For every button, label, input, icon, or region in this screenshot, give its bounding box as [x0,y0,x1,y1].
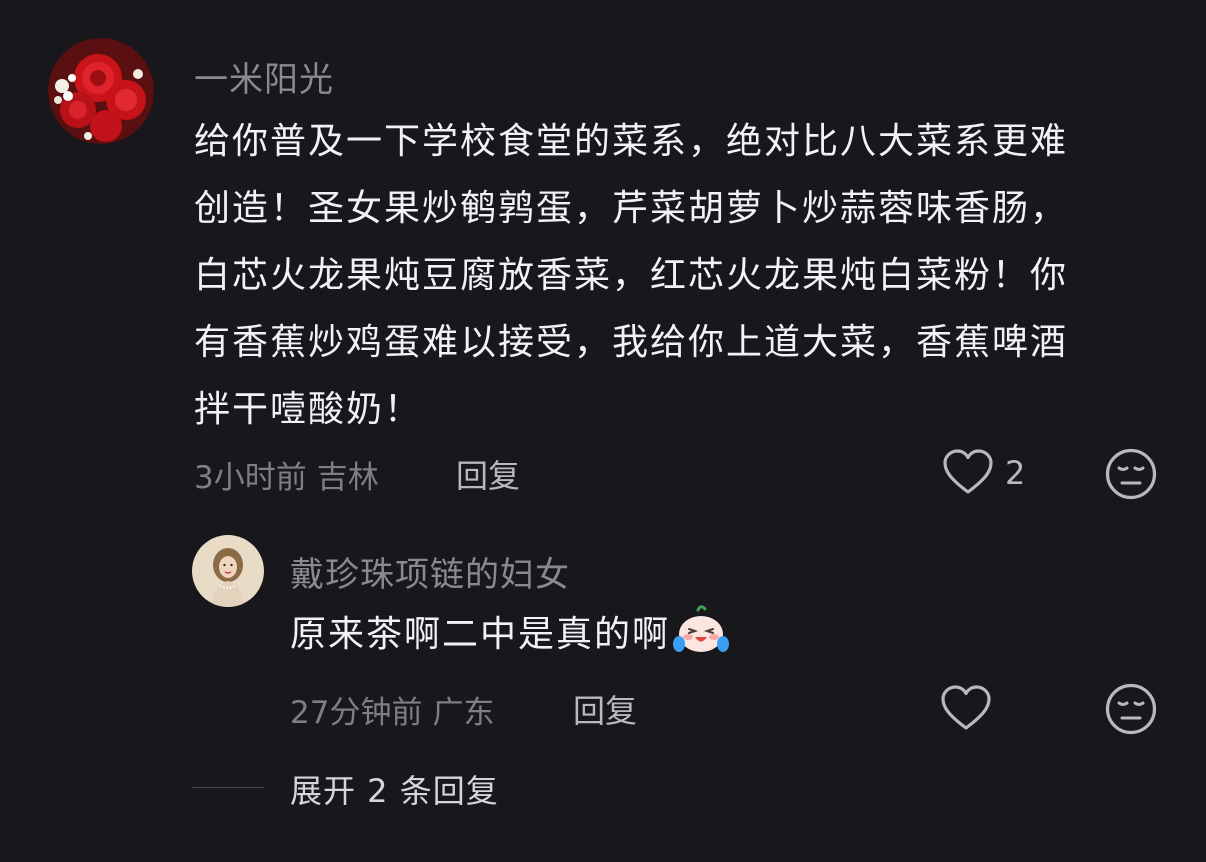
reply-text-content: 原来茶啊二中是真的啊 [290,614,671,655]
comment-text-line: 创造！圣女果炒鹌鹑蛋，芹菜胡萝卜炒蒜蓉味香肠， [194,188,1069,229]
crying-laughing-emoji-icon [672,604,730,677]
user-avatar[interactable] [48,38,154,144]
comment-text: 给你普及一下学校食堂的菜系，绝对比八大菜系更难 创造！圣女果炒鹌鹑蛋，芹菜胡萝卜… [194,108,1068,443]
expand-divider [192,787,264,788]
reply-username[interactable]: 戴珍珠项链的妇女 [290,547,570,596]
reply-time: 27分钟前 [290,695,423,731]
comment-location: 吉林 [316,460,379,496]
like-button[interactable] [942,448,994,502]
comment-text-line: 有香蕉炒鸡蛋难以接受，我给你上道大菜，香蕉啤酒 [194,322,1069,363]
reply-like-button[interactable] [940,684,992,738]
reply-dislike-button[interactable] [1104,682,1158,740]
dislike-button[interactable] [1104,447,1158,505]
comment-text-line: 拌干噎酸奶！ [194,389,423,430]
reply-text: 原来茶啊二中是真的啊 [290,603,730,677]
reply-user-avatar[interactable] [192,535,264,607]
reply-reply-button[interactable]: 回复 [573,686,637,732]
comment-meta: 3小时前 吉林 [194,452,389,497]
expand-replies-button[interactable]: 展开 2 条回复 [290,766,499,812]
comment-reply-button[interactable]: 回复 [456,451,520,497]
heart-icon [941,685,991,730]
unamused-face-icon [1105,448,1157,500]
unamused-face-icon [1105,683,1157,735]
comment-text-line: 白芯火龙果炖豆腐放香菜，红芯火龙果炖白菜粉！你 [194,255,1069,296]
comment-time: 3小时前 [194,460,307,496]
comment-username[interactable]: 一米阳光 [194,52,334,101]
reply-location: 广东 [432,695,495,731]
heart-icon [943,449,993,494]
comment-text-line: 给你普及一下学校食堂的菜系，绝对比八大菜系更难 [194,121,1069,162]
like-count: 2 [1005,454,1026,492]
reply-meta: 27分钟前 广东 [290,687,504,732]
